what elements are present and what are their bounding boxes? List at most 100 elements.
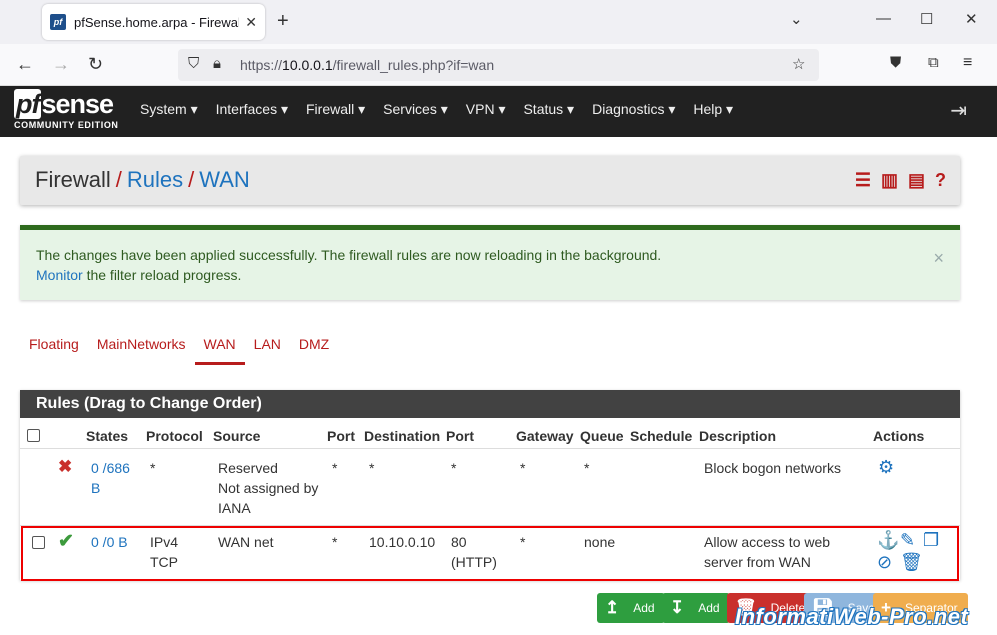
close-window-icon[interactable]: ✕ bbox=[965, 10, 978, 28]
row2-dest-port-2: (HTTP) bbox=[451, 554, 497, 570]
alert-line2-text: the filter reload progress. bbox=[82, 267, 242, 283]
add-bottom-button[interactable]: ↧ Add bbox=[662, 593, 730, 623]
select-all-checkbox[interactable] bbox=[27, 429, 40, 442]
menu-status[interactable]: Status ▾ bbox=[523, 101, 574, 118]
add-bottom-label: Add bbox=[698, 601, 720, 615]
logo-pf: pf bbox=[14, 89, 42, 119]
row1-source: Reserved bbox=[218, 460, 278, 476]
pencil-edit-icon[interactable]: ✎ bbox=[900, 530, 915, 551]
breadcrumb-wan[interactable]: WAN bbox=[199, 167, 250, 192]
tab-mainnetworks[interactable]: MainNetworks bbox=[88, 332, 195, 365]
row1-states-unit[interactable]: B bbox=[91, 480, 100, 496]
copy-icon[interactable]: ❐ bbox=[923, 530, 939, 551]
tab-lan[interactable]: LAN bbox=[245, 332, 290, 365]
reload-icon[interactable]: ↻ bbox=[88, 54, 103, 75]
row2-destination: 10.10.0.10 bbox=[369, 534, 436, 550]
tab-title: pfSense.home.arpa - Firewall: R bbox=[74, 14, 239, 30]
logo-edition: COMMUNITY EDITION bbox=[14, 120, 119, 130]
shield-icon[interactable]: ⛉ bbox=[188, 55, 199, 72]
row1-destination: * bbox=[369, 460, 375, 476]
row-divider bbox=[20, 448, 960, 449]
minimize-icon[interactable]: — bbox=[876, 10, 891, 27]
menu-diagnostics[interactable]: Diagnostics ▾ bbox=[592, 101, 675, 118]
main-menu: System ▾ Interfaces ▾ Firewall ▾ Service… bbox=[140, 101, 751, 118]
back-arrow-icon[interactable]: ← bbox=[16, 54, 34, 75]
row2-gateway: * bbox=[520, 534, 526, 550]
logout-icon[interactable]: ⇥ bbox=[950, 98, 967, 123]
block-x-icon: ✖ bbox=[58, 457, 73, 476]
row1-dest-port: * bbox=[451, 460, 457, 476]
menu-icon[interactable]: ≡ bbox=[963, 54, 972, 72]
col-gateway: Gateway bbox=[516, 428, 574, 444]
col-description: Description bbox=[699, 428, 777, 444]
row1-protocol: * bbox=[150, 460, 156, 476]
alert-message-line2: Monitor the filter reload progress. bbox=[36, 267, 241, 283]
tab-wan[interactable]: WAN bbox=[194, 332, 245, 365]
add-top-button[interactable]: ↥ Add bbox=[597, 593, 665, 623]
breadcrumb-icons: ☰ ▥ ▤ ? bbox=[855, 170, 946, 191]
success-alert: The changes have been applied successful… bbox=[20, 225, 960, 300]
add-top-label: Add bbox=[633, 601, 655, 615]
maximize-icon[interactable]: ☐ bbox=[920, 10, 933, 28]
new-tab-icon[interactable]: + bbox=[277, 10, 289, 33]
bookmark-star-icon[interactable]: ☆ bbox=[792, 55, 805, 73]
logo-text: sense bbox=[41, 89, 114, 119]
arrow-up-icon: ↥ bbox=[605, 598, 620, 617]
pfsense-logo[interactable]: pfsense COMMUNITY EDITION bbox=[14, 89, 119, 130]
breadcrumb: Firewall / Rules / WAN bbox=[35, 167, 250, 193]
breadcrumb-firewall: Firewall bbox=[35, 167, 111, 192]
gear-icon[interactable]: ⚙ bbox=[878, 457, 894, 478]
monitor-link[interactable]: Monitor bbox=[36, 267, 83, 283]
rules-panel: Rules (Drag to Change Order) States Prot… bbox=[20, 390, 960, 581]
extensions-icon[interactable]: ⧉ bbox=[928, 54, 939, 71]
browser-tab-bar: pf pfSense.home.arpa - Firewall: R ✕ + ⌄… bbox=[0, 0, 997, 44]
pfsense-header: pfsense COMMUNITY EDITION System ▾ Inter… bbox=[0, 86, 997, 137]
row1-source-2: Not assigned by bbox=[218, 480, 319, 496]
help-icon[interactable]: ? bbox=[935, 170, 946, 191]
menu-vpn[interactable]: VPN ▾ bbox=[466, 101, 506, 118]
tab-dmz[interactable]: DMZ bbox=[290, 332, 338, 365]
breadcrumb-separator: / bbox=[188, 167, 195, 192]
pass-check-icon: ✔ bbox=[58, 531, 74, 552]
browser-tab[interactable]: pf pfSense.home.arpa - Firewall: R ✕ bbox=[42, 4, 265, 40]
menu-firewall[interactable]: Firewall ▾ bbox=[306, 101, 365, 118]
row2-states[interactable]: 0 /0 B bbox=[91, 534, 128, 550]
disable-icon[interactable]: ⊘ bbox=[877, 552, 892, 573]
menu-help[interactable]: Help ▾ bbox=[693, 101, 733, 118]
row2-protocol-2: TCP bbox=[150, 554, 178, 570]
rules-panel-title: Rules (Drag to Change Order) bbox=[20, 390, 960, 418]
alert-message: The changes have been applied successful… bbox=[36, 247, 662, 263]
breadcrumb-separator: / bbox=[115, 167, 122, 192]
tab-floating[interactable]: Floating bbox=[20, 332, 88, 365]
breadcrumb-rules[interactable]: Rules bbox=[127, 167, 183, 192]
interface-tabs: Floating MainNetworks WAN LAN DMZ bbox=[20, 332, 338, 365]
lock-icon[interactable]: 🔒︎ bbox=[213, 55, 221, 72]
url-host: 10.0.0.1 bbox=[282, 57, 333, 73]
list-log-icon[interactable]: ▤ bbox=[908, 170, 925, 191]
trash-icon[interactable]: 🗑︎ bbox=[900, 552, 923, 573]
col-actions: Actions bbox=[873, 428, 925, 444]
menu-services[interactable]: Services ▾ bbox=[383, 101, 448, 118]
sliders-icon[interactable]: ☰ bbox=[855, 170, 871, 191]
bar-chart-icon[interactable]: ▥ bbox=[881, 170, 898, 191]
menu-interfaces[interactable]: Interfaces ▾ bbox=[216, 101, 288, 118]
row1-queue: * bbox=[584, 460, 590, 476]
tab-list-chevron-icon[interactable]: ⌄ bbox=[790, 10, 803, 28]
row2-description-2: server from WAN bbox=[704, 554, 811, 570]
col-queue: Queue bbox=[580, 428, 624, 444]
anchor-icon[interactable]: ⚓ bbox=[877, 530, 899, 551]
pocket-icon[interactable]: ⛊ bbox=[890, 54, 901, 71]
row2-checkbox[interactable] bbox=[32, 536, 45, 549]
forward-arrow-icon[interactable]: → bbox=[52, 54, 70, 75]
row1-states[interactable]: 0 /686 bbox=[91, 460, 130, 476]
col-source: Source bbox=[213, 428, 261, 444]
col-source-port: Port bbox=[327, 428, 355, 444]
address-bar[interactable]: ⛉ 🔒︎ https://10.0.0.1/firewall_rules.php… bbox=[178, 49, 819, 81]
row2-dest-port: 80 bbox=[451, 534, 467, 550]
close-tab-icon[interactable]: ✕ bbox=[245, 14, 257, 31]
col-destination: Destination bbox=[364, 428, 441, 444]
menu-system[interactable]: System ▾ bbox=[140, 101, 198, 118]
row1-gateway: * bbox=[520, 460, 526, 476]
close-alert-icon[interactable]: × bbox=[933, 248, 944, 269]
row1-source-port: * bbox=[332, 460, 338, 476]
